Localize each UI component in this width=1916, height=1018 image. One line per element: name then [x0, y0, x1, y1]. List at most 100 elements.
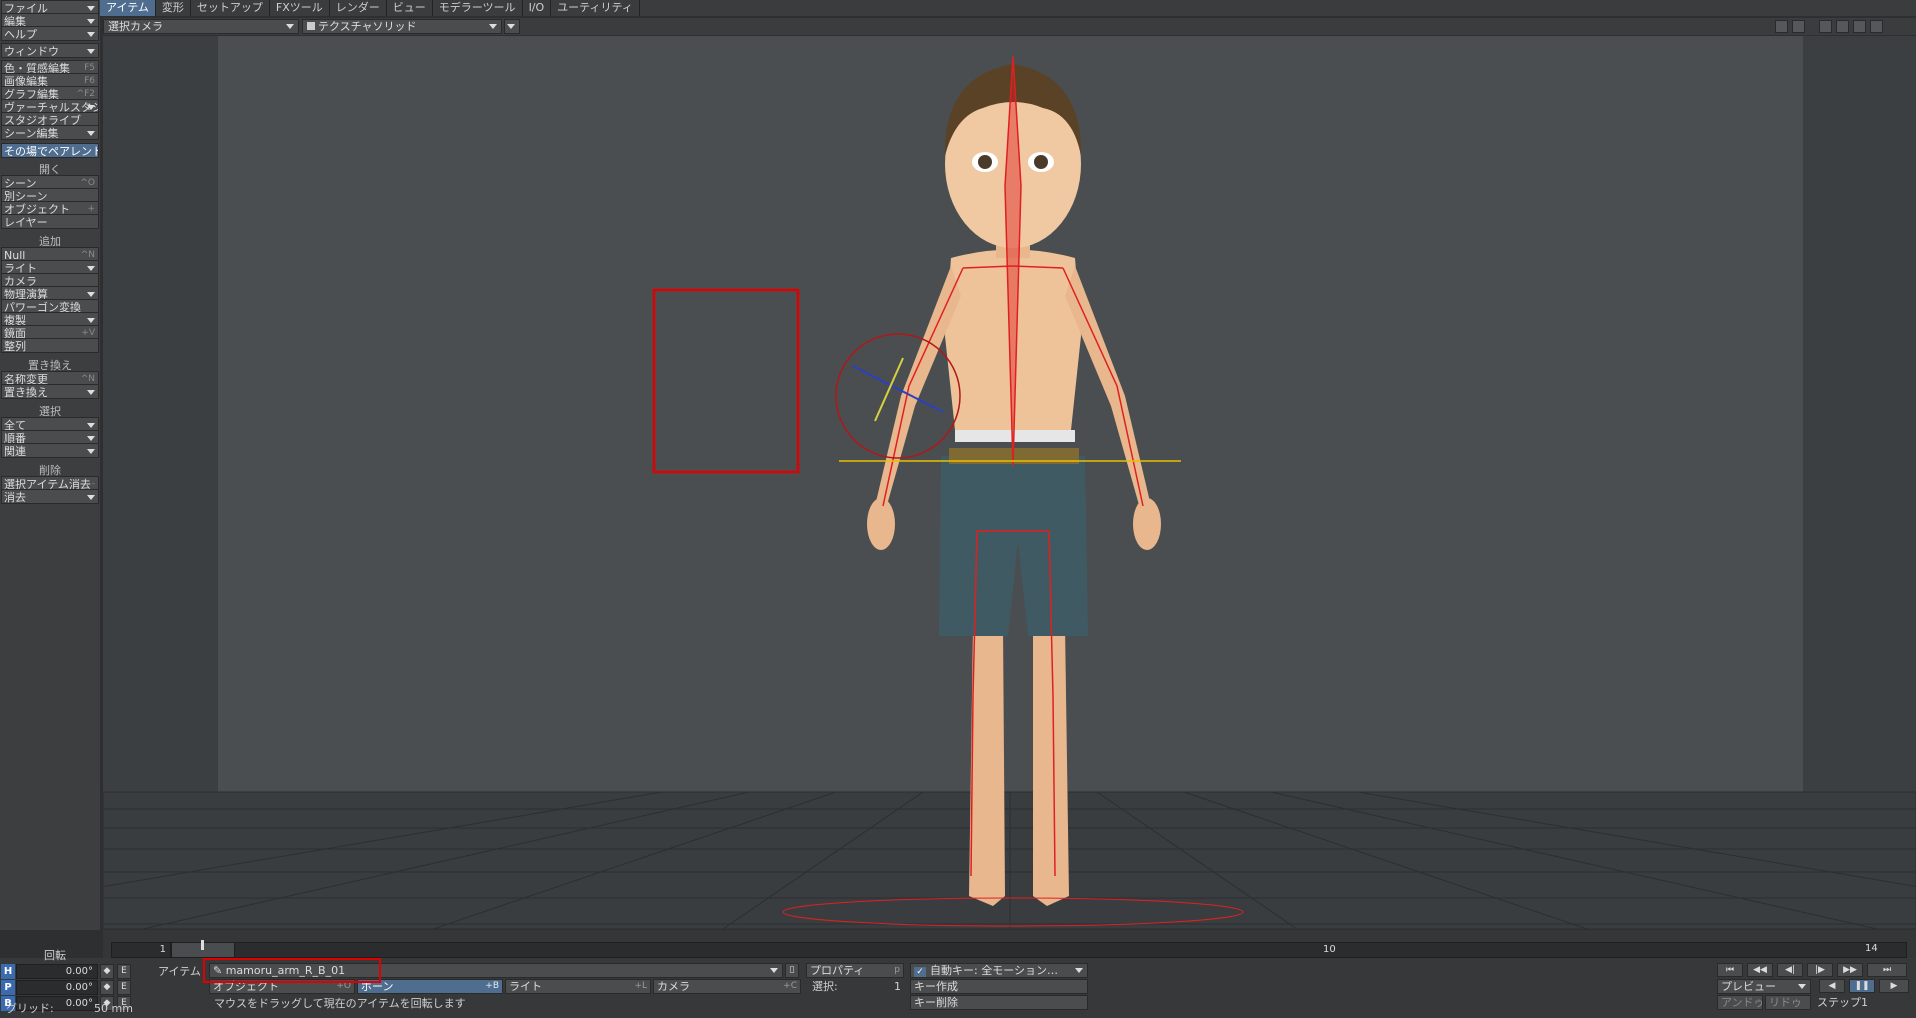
h-step-button[interactable]: ◆ — [100, 964, 114, 979]
rotation-title: 回転 — [44, 949, 66, 962]
play-forward-button[interactable]: ▶ — [1879, 979, 1909, 993]
pause-button[interactable]: ❚❚ — [1849, 979, 1875, 993]
chevron-down-icon — [286, 24, 294, 29]
chevron-down-icon — [770, 968, 778, 973]
timeline-mark-label: 10 — [1323, 944, 1336, 955]
item-type-cameras-button[interactable]: カメラ +C — [653, 979, 801, 994]
chevron-down-icon — [489, 24, 497, 29]
previous-key-button[interactable]: ◀◀ — [1747, 963, 1773, 977]
left-menu-section_add.items-7[interactable]: 整列 — [1, 338, 99, 353]
left-menu-label: ウィンドウ — [4, 45, 59, 58]
selection-count: 1 — [894, 980, 901, 993]
item-type-lights-shortcut: +L — [634, 981, 647, 991]
go-to-start-button[interactable]: ⏮ — [1717, 963, 1743, 977]
next-key-button[interactable]: ▶▶ — [1837, 963, 1863, 977]
tab-1[interactable]: 変形 — [156, 0, 191, 16]
h-rotation-field[interactable]: 0.00° — [16, 964, 98, 979]
tab-4[interactable]: レンダー — [330, 0, 387, 16]
left-menu-label: 消去 — [4, 491, 26, 504]
auto-key-label: 自動キー: 全モーション… — [930, 964, 1058, 977]
preview-selector[interactable]: プレビュー — [1717, 979, 1811, 994]
tab-3[interactable]: FXツール — [270, 0, 330, 16]
camera-selector-label: 選択カメラ — [108, 20, 163, 33]
chevron-down-icon — [1798, 984, 1806, 989]
chevron-down-icon — [87, 19, 95, 24]
p-rotation-field[interactable]: 0.00° — [16, 980, 98, 995]
playhead-marker[interactable] — [201, 940, 204, 950]
move-view-icon[interactable] — [1819, 20, 1832, 33]
viewport-options-button[interactable] — [504, 19, 520, 34]
chevron-down-icon — [87, 449, 95, 454]
left-menu-section_replace.items-1[interactable]: 置き換え — [1, 384, 99, 399]
p-envelope-button[interactable]: E — [117, 980, 131, 995]
item-type-lights-button[interactable]: ライト +L — [505, 979, 651, 994]
step-label: ステップ — [1817, 996, 1861, 1009]
left-menu-left_top-9[interactable]: シーン編集 — [1, 125, 99, 140]
render-mode-selector[interactable]: テクスチャソリッド — [302, 19, 502, 34]
chevron-down-icon — [1075, 968, 1083, 973]
top-tab-bar: アイテム 変形 セットアップ FXツール レンダー ビュー モデラーツール I/O ユーティリテ… — [100, 0, 1916, 16]
tab-6[interactable]: モデラーツール — [433, 0, 523, 16]
chevron-down-icon — [87, 131, 95, 136]
properties-button[interactable]: プロパティ p — [806, 963, 904, 978]
tab-8[interactable]: ユーティリティ — [551, 0, 640, 16]
redo-button[interactable]: リドゥ — [1765, 995, 1811, 1010]
key-delete-button[interactable]: キー削除 — [910, 995, 1088, 1010]
tab-2[interactable]: セットアップ — [191, 0, 270, 16]
item-type-cameras-label: カメラ — [657, 980, 690, 993]
undo-button[interactable]: アンドゥ — [1717, 995, 1763, 1010]
step-value: 1 — [1861, 996, 1868, 1009]
tab-7[interactable]: I/O — [523, 0, 552, 16]
left-menu-left_top-2[interactable]: ヘルプ — [1, 26, 99, 41]
redo-label: リドゥ — [1769, 996, 1802, 1009]
previous-frame-button[interactable]: ◀| — [1777, 963, 1803, 977]
chevron-down-icon — [507, 24, 515, 29]
left-menu-left_top-3[interactable]: ウィンドウ — [1, 43, 99, 58]
p-axis-label: P — [1, 980, 15, 995]
next-frame-button[interactable]: |▶ — [1807, 963, 1833, 977]
auto-key-selector[interactable]: ✓ 自動キー: 全モーション… — [910, 963, 1088, 978]
item-list-button[interactable]: ▯ — [785, 963, 799, 978]
play-reverse-button[interactable]: ◀ — [1819, 979, 1845, 993]
floor-grid — [103, 791, 1916, 929]
rotate-view-icon[interactable] — [1853, 20, 1866, 33]
timeline-start-field[interactable]: 1 — [111, 942, 171, 958]
b-rotation-value: 0.00° — [65, 998, 93, 1009]
list-icon[interactable] — [1775, 20, 1788, 33]
camera-selector[interactable]: 選択カメラ — [103, 19, 299, 34]
key-create-label: キー作成 — [914, 980, 958, 993]
h-envelope-button[interactable]: E — [117, 964, 131, 979]
chevron-down-icon — [87, 32, 95, 37]
grid-value: 50 mm — [94, 1002, 133, 1015]
go-to-end-button[interactable]: ⏭ — [1867, 963, 1907, 977]
left-menu-label: その場でペアレント — [4, 145, 99, 158]
timeline-track[interactable] — [171, 942, 1907, 958]
chevron-down-icon — [87, 6, 95, 11]
key-create-button[interactable]: キー作成 — [910, 979, 1088, 994]
key-delete-label: キー削除 — [914, 996, 958, 1009]
chevron-down-icon — [87, 105, 95, 110]
maximize-icon[interactable] — [1792, 20, 1805, 33]
timeline-end-field[interactable]: 14 — [1861, 942, 1907, 958]
left-menu-label: 置き換え — [4, 386, 48, 399]
checkbox-checked-icon[interactable]: ✓ — [914, 967, 926, 977]
tab-0[interactable]: アイテム — [100, 0, 156, 16]
scene-canvas — [103, 36, 1916, 929]
tab-5[interactable]: ビュー — [387, 0, 433, 16]
item-type-cameras-shortcut: +C — [783, 981, 797, 991]
item-type-lights-label: ライト — [509, 980, 542, 993]
timeline[interactable]: 1 10 14 — [103, 930, 1916, 960]
chevron-down-icon — [87, 266, 95, 271]
properties-shortcut: p — [894, 965, 900, 975]
zoom-icon[interactable] — [1870, 20, 1883, 33]
left-menu-section_select.items-2[interactable]: 関連 — [1, 443, 99, 458]
p-step-button[interactable]: ◆ — [100, 980, 114, 995]
3d-viewport[interactable] — [103, 36, 1916, 929]
left-menu-left_top-10[interactable]: その場でペアレント — [1, 143, 99, 158]
left-menu-section_open.items-3[interactable]: レイヤー — [1, 214, 99, 229]
chevron-down-icon — [87, 436, 95, 441]
h-rotation-value: 0.00° — [65, 966, 93, 977]
pan-icon[interactable] — [1836, 20, 1849, 33]
status-message: マウスをドラッグして現在のアイテムを回転します — [214, 997, 466, 1010]
left-menu-section_delete.items-1[interactable]: 消去 — [1, 489, 99, 504]
